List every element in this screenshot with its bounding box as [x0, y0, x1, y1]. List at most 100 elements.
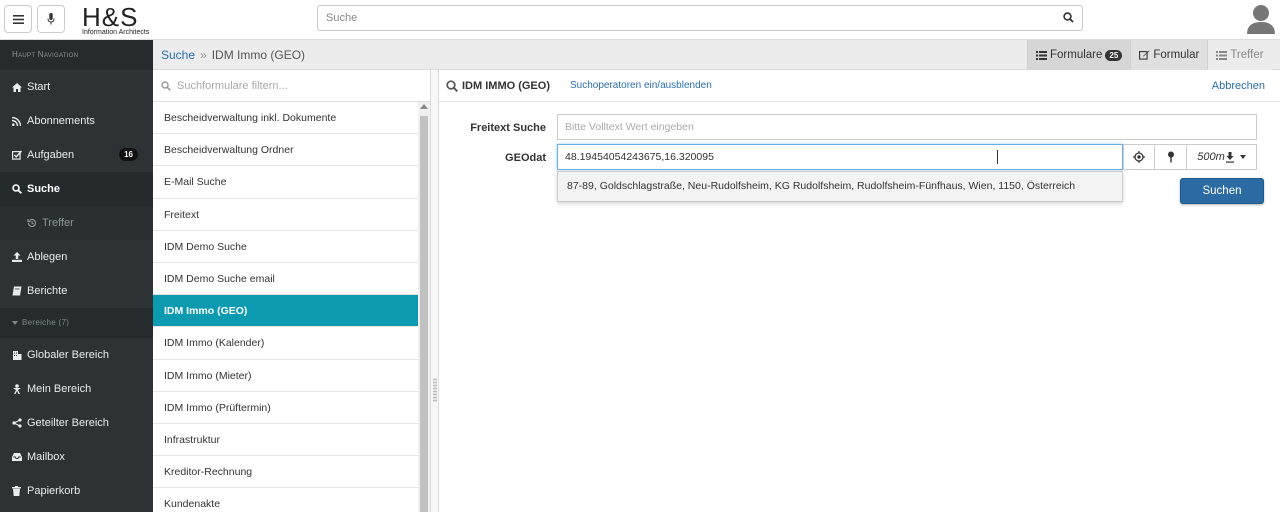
user-icon: [12, 384, 23, 394]
sidebar-item-treffer[interactable]: Treffer: [0, 206, 153, 240]
menu-toggle-button[interactable]: [4, 5, 32, 33]
search-submit-button[interactable]: Suchen: [1180, 178, 1264, 204]
distance-value: 500m: [1197, 151, 1225, 163]
form-list-scrollbar[interactable]: [418, 102, 430, 512]
form-list-item[interactable]: IDM Immo (GEO): [153, 295, 418, 328]
chevron-down-icon: [1239, 155, 1246, 159]
sidebar-item-label: Berichte: [27, 285, 68, 297]
form-list-item[interactable]: IDM Demo Suche: [153, 231, 418, 263]
list-icon: [1216, 50, 1228, 60]
view-formulare-button[interactable]: Formulare 25: [1027, 40, 1131, 70]
sidebar-item-globaler-bereich[interactable]: Globaler Bereich: [0, 338, 153, 372]
form-list-item[interactable]: Bescheidverwaltung Ordner: [153, 134, 418, 167]
pick-on-map-button[interactable]: [1154, 144, 1187, 170]
form-header: IDM IMMO (GEO) Suchoperatoren ein/ausble…: [439, 70, 1280, 102]
sidebar-item-label: Mein Bereich: [27, 383, 92, 395]
cancel-link[interactable]: Abbrechen: [1212, 80, 1265, 92]
view-formular-button[interactable]: Formular: [1130, 40, 1208, 70]
sidebar-item-label: Abonnements: [27, 115, 95, 127]
toggle-search-operators-link[interactable]: Suchoperatoren ein/ausblenden: [570, 80, 712, 91]
form-list-item[interactable]: IDM Immo (Kalender): [153, 327, 418, 360]
form-list-item[interactable]: IDM Immo (Prüftermin): [153, 392, 418, 424]
sidebar-item-berichte[interactable]: Berichte: [0, 274, 153, 308]
voice-search-button[interactable]: [37, 5, 65, 33]
navigation-header: Haupt Navigation: [0, 40, 153, 70]
form-list-item[interactable]: Bescheidverwaltung inkl. Dokumente: [153, 102, 418, 135]
checkbox-icon: [12, 150, 23, 160]
building-icon: [12, 350, 23, 360]
sidebar-item-ablegen[interactable]: Ablegen: [0, 240, 153, 274]
scroll-up-arrow-icon[interactable]: [420, 104, 428, 109]
company-logo[interactable]: H&S Information Architects: [82, 4, 162, 36]
sidebar-item-abonnements[interactable]: Abonnements: [0, 104, 153, 138]
search-form-panel: IDM IMMO (GEO) Suchoperatoren ein/ausble…: [439, 70, 1280, 512]
sidebar-item-label: Papierkorb: [27, 485, 81, 497]
sidebar-item-start[interactable]: Start: [0, 70, 153, 104]
freitext-field[interactable]: [557, 114, 1257, 140]
sidebar-item-suche[interactable]: Suche: [0, 172, 153, 206]
areas-section-toggle[interactable]: Bereiche (7): [0, 308, 153, 338]
form-list-item[interactable]: Freitext: [153, 199, 418, 231]
form-filter-input[interactable]: [177, 79, 407, 92]
breadcrumb-separator: »: [200, 48, 207, 62]
sidebar-item-label: Start: [27, 81, 51, 93]
address-suggestion-item[interactable]: 87-89, Goldschlagstraße, Neu-Rudolfsheim…: [558, 172, 1122, 201]
form-list-item[interactable]: IDM Immo (Mieter): [153, 360, 418, 392]
form-list-item[interactable]: Kreditor-Rechnung: [153, 456, 418, 489]
form-list-item[interactable]: Kundenakte: [153, 488, 418, 512]
sidebar-item-papierkorb[interactable]: Papierkorb: [0, 474, 153, 508]
hamburger-icon: [12, 14, 24, 24]
form-list-item[interactable]: IDM Demo Suche email: [153, 263, 418, 296]
breadcrumb-link-suche[interactable]: Suche: [161, 48, 195, 62]
microphone-icon: [47, 13, 55, 25]
sidebar-item-mein-bereich[interactable]: Mein Bereich: [0, 372, 153, 406]
geodat-label: GEOdat: [505, 152, 546, 164]
form-list: Bescheidverwaltung inkl. Dokumente Besche…: [153, 102, 418, 512]
user-avatar-icon[interactable]: [1246, 3, 1276, 35]
main-navigation: Haupt Navigation Start Abonnements Aufga…: [0, 40, 153, 512]
sidebar-item-label: Treffer: [42, 217, 74, 229]
sidebar-item-label: Globaler Bereich: [27, 349, 109, 361]
view-treffer-label: Treffer: [1230, 49, 1264, 61]
radius-icon: [1225, 151, 1234, 163]
distance-dropdown[interactable]: 500m: [1186, 144, 1257, 170]
sidebar-item-aufgaben[interactable]: Aufgaben 16: [0, 138, 153, 172]
search-icon: [12, 184, 23, 194]
global-search[interactable]: [317, 5, 1083, 31]
panel-resize-handle[interactable]: [431, 70, 439, 512]
logo-tagline: Information Architects: [82, 29, 150, 36]
form-list-item[interactable]: E-Mail Suche: [153, 166, 418, 199]
history-icon: [27, 218, 38, 228]
sidebar-item-label: Ablegen: [27, 251, 68, 263]
search-icon[interactable]: [1063, 12, 1074, 23]
view-formulare-label: Formulare: [1050, 49, 1103, 61]
geodat-field[interactable]: [557, 144, 1123, 170]
scrollbar-thumb[interactable]: [420, 116, 428, 512]
home-icon: [12, 82, 23, 92]
grip-icon: [433, 378, 437, 402]
freitext-input[interactable]: [558, 115, 1256, 139]
global-search-input[interactable]: [318, 6, 1038, 30]
breadcrumb-bar: Suche » IDM Immo (GEO) Formulare 25 Formul…: [153, 40, 1280, 70]
top-bar: H&S Information Architects: [0, 0, 1280, 40]
locate-me-button[interactable]: [1123, 144, 1155, 170]
upload-icon: [12, 252, 23, 262]
share-icon: [12, 418, 23, 428]
sidebar-item-label: Mailbox: [27, 451, 65, 463]
breadcrumb-current: IDM Immo (GEO): [211, 48, 306, 62]
caret-down-icon: [12, 320, 18, 325]
sidebar-item-label: Aufgaben: [27, 149, 75, 161]
view-treffer-button[interactable]: Treffer: [1207, 40, 1272, 70]
sidebar-item-mailbox[interactable]: Mailbox: [0, 440, 153, 474]
rss-icon: [12, 116, 23, 126]
form-filter[interactable]: [153, 70, 430, 102]
form-list-item[interactable]: Infrastruktur: [153, 424, 418, 457]
tasks-count-badge: 16: [119, 148, 138, 161]
sidebar-item-label: Suche: [27, 183, 61, 195]
form-title: IDM IMMO (GEO): [462, 79, 550, 92]
sidebar-item-geteilter-bereich[interactable]: Geteilter Bereich: [0, 406, 153, 440]
breadcrumb: Suche » IDM Immo (GEO): [161, 48, 305, 62]
geodat-input[interactable]: [558, 145, 1122, 169]
book-icon: [12, 286, 23, 296]
crosshair-icon: [1133, 151, 1145, 163]
